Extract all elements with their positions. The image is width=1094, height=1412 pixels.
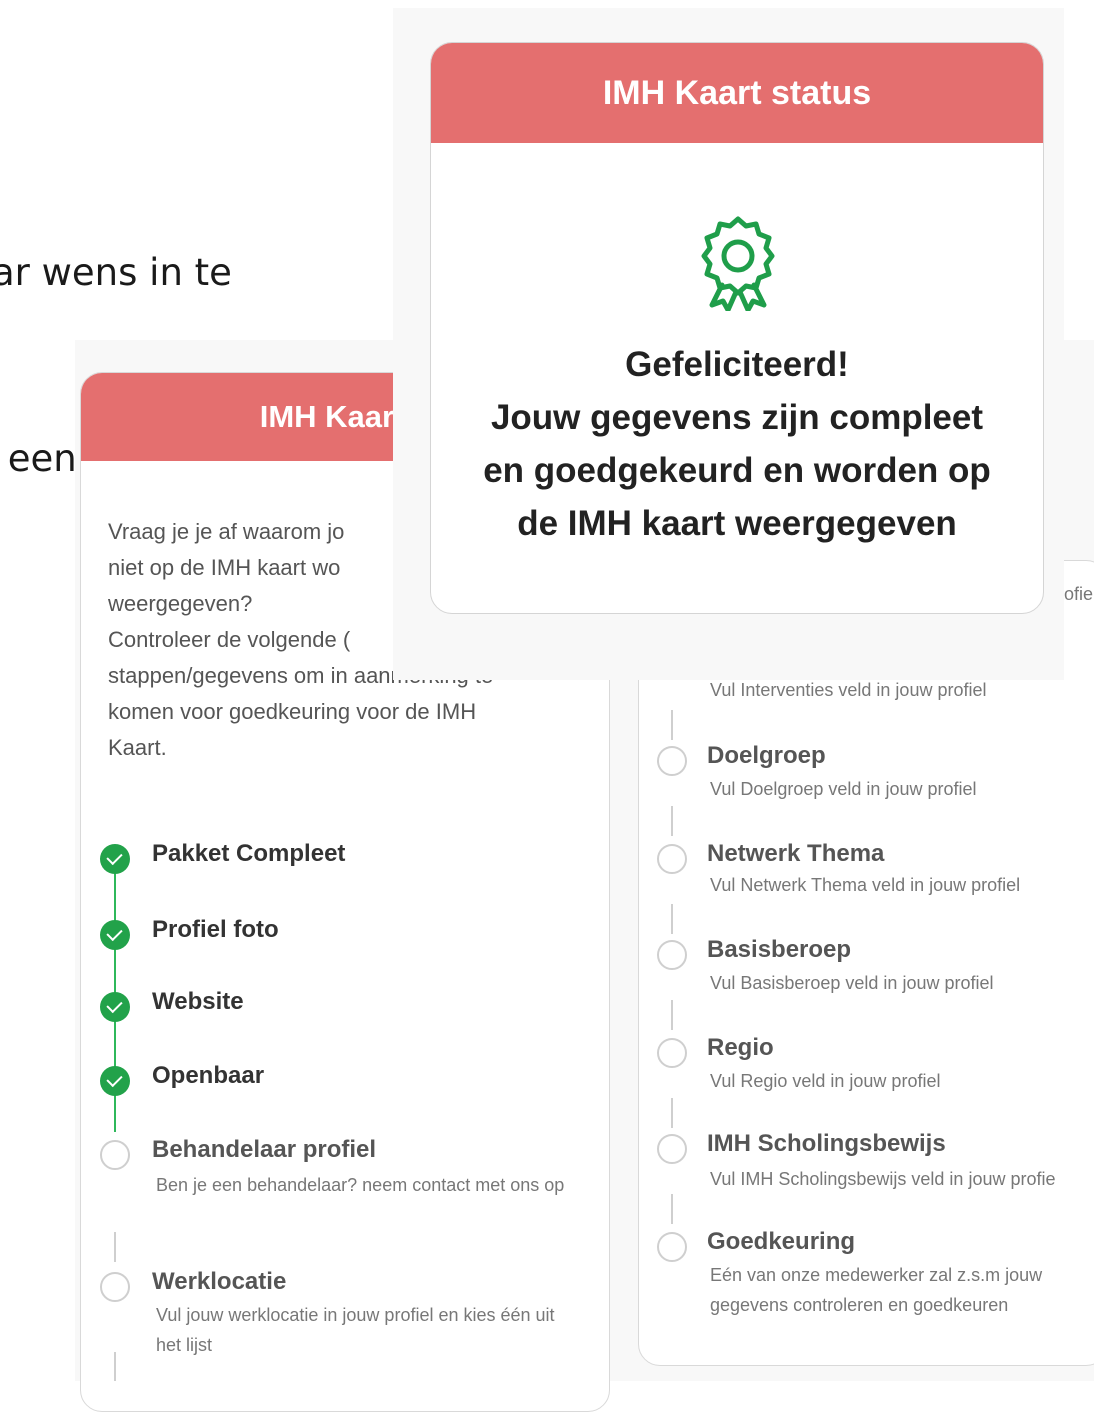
step-description: Vul Basisberoep veld in jouw profiel (710, 973, 994, 993)
step-title: Werklocatie (152, 1268, 287, 1295)
check-circle-icon (100, 844, 130, 874)
step-title: Basisberoep (707, 936, 852, 963)
congrats-line: de IMH kaart weergegeven (517, 504, 957, 543)
step-connector (114, 948, 116, 998)
step-connector (114, 1094, 116, 1132)
step-title: Pakket Compleet (152, 840, 346, 867)
congrats-line: Jouw gegevens zijn compleet (490, 398, 984, 437)
check-circle-icon (100, 992, 130, 1022)
step-connector (671, 1098, 673, 1128)
step-title: Regio (707, 1034, 774, 1061)
empty-circle-icon (657, 1232, 687, 1262)
empty-circle-icon (657, 1038, 687, 1068)
background-text-line: ar wens in te (0, 251, 232, 294)
step-title: Doelgroep (707, 742, 826, 769)
step-title: Behandelaar profiel (152, 1136, 377, 1163)
step-description: Vul Netwerk Thema veld in jouw profiel (710, 875, 1021, 895)
step-connector (114, 1232, 116, 1262)
empty-circle-icon (657, 746, 687, 776)
step-connector (114, 1352, 116, 1381)
step-description-peek: ofie (1064, 584, 1094, 604)
step-connector (114, 872, 116, 924)
step-title: Netwerk Thema (707, 840, 885, 867)
congrats-line: Gefeliciteerd! (625, 345, 849, 384)
step-connector (114, 1020, 116, 1072)
check-circle-icon (100, 920, 130, 950)
step-description: Eén van onze medewerker zal z.s.m jouw g… (710, 1265, 1043, 1315)
step-connector (671, 710, 673, 740)
step-description: Vul Regio veld in jouw profiel (710, 1071, 941, 1091)
empty-circle-icon (657, 844, 687, 874)
intro-line: komen voor goedkeuring voor de IMH (108, 699, 477, 724)
empty-circle-icon (100, 1272, 130, 1302)
step-connector (671, 1194, 673, 1224)
congratulations-message: Gefeliciteerd! Jouw gegevens zijn comple… (430, 338, 1044, 550)
step-title: Goedkeuring (707, 1228, 856, 1255)
step-title: IMH Scholingsbewijs (707, 1130, 946, 1157)
step-description: Vul Interventies veld in jouw profiel (710, 680, 987, 700)
card-header: IMH Kaart status (431, 43, 1043, 143)
step-title: Website (152, 988, 244, 1015)
step-description: Ben je een behandelaar? neem contact met… (156, 1175, 565, 1195)
step-connector (671, 904, 673, 934)
check-circle-icon (100, 1066, 130, 1096)
step-description: Vul Doelgroep veld in jouw profiel (710, 779, 977, 799)
step-description: Vul IMH Scholingsbewijs veld in jouw pro… (710, 1169, 1056, 1189)
intro-line: Kaart. (108, 735, 167, 760)
empty-circle-icon (100, 1140, 130, 1170)
step-title: Openbaar (152, 1062, 265, 1089)
step-description: Vul jouw werklocatie in jouw profiel en … (156, 1305, 555, 1355)
step-connector (671, 1000, 673, 1030)
empty-circle-icon (657, 1134, 687, 1164)
step-connector (671, 806, 673, 836)
congrats-line: en goedgekeurd en worden op (483, 451, 991, 490)
empty-circle-icon (657, 940, 687, 970)
step-title: Profiel foto (152, 916, 279, 943)
award-ribbon-icon (701, 216, 775, 311)
